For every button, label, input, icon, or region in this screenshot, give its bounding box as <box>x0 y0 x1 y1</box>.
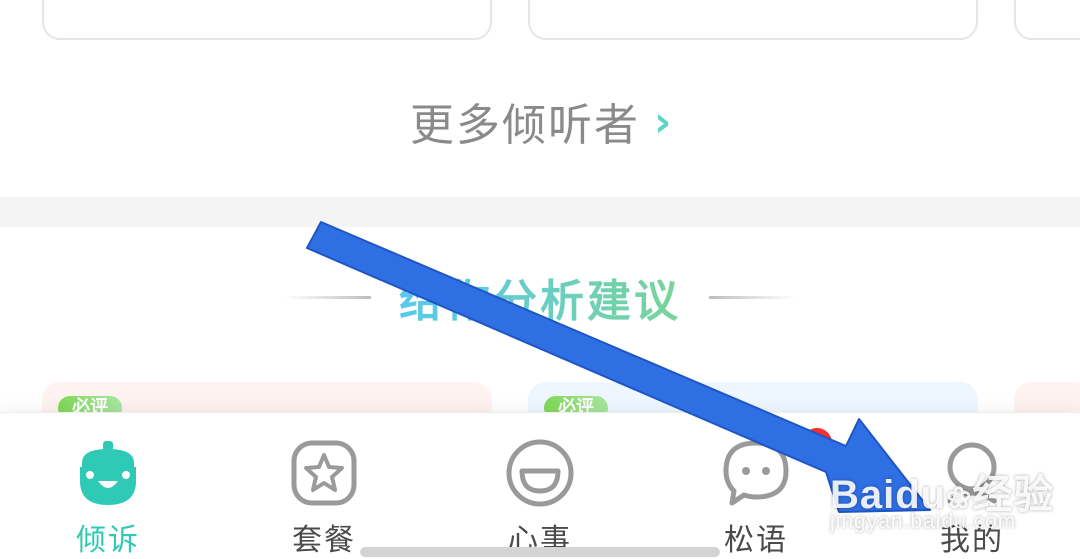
section-divider <box>0 197 1080 227</box>
star-badge-icon <box>291 440 357 506</box>
notification-badge <box>802 428 832 458</box>
chevron-right-icon: › <box>654 96 674 146</box>
section-title: 给你分析建议 <box>399 265 681 329</box>
tab-xinshi[interactable]: 心事 <box>470 413 610 559</box>
tab-taocan[interactable]: 套餐 <box>254 413 394 559</box>
tab-label: 倾诉 <box>76 523 140 558</box>
acorn-face-icon <box>80 441 136 505</box>
home-indicator[interactable] <box>360 547 720 557</box>
more-listeners-link[interactable]: 更多倾听者 › <box>410 88 673 154</box>
more-listeners-label: 更多倾听者 <box>410 100 640 151</box>
tab-qingsu[interactable]: 倾诉 <box>38 413 178 559</box>
title-line-left <box>285 295 371 299</box>
tab-label: 松语 <box>724 523 788 558</box>
title-line-right <box>709 295 795 299</box>
listener-card[interactable] <box>1014 0 1080 40</box>
tab-label: 套餐 <box>292 523 356 558</box>
listener-card[interactable] <box>42 0 492 40</box>
chat-bubble-icon <box>723 440 789 506</box>
baidu-watermark: Baidu❀经验 jingyan.baidu.com <box>830 440 1070 540</box>
section-header: 给你分析建议 <box>0 262 1080 332</box>
listener-card[interactable] <box>528 0 978 40</box>
watermark-url: jingyan.baidu.com <box>830 510 1017 533</box>
smile-face-icon <box>506 439 574 507</box>
